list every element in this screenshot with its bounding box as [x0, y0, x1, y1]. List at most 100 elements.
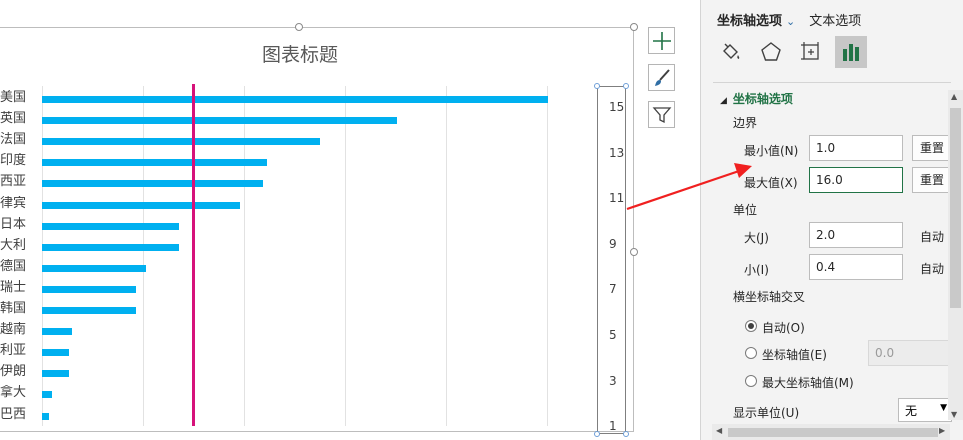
category-label: 越南	[0, 322, 27, 338]
category-label: 瑞士	[0, 279, 27, 295]
bar[interactable]	[42, 264, 146, 272]
bar[interactable]	[42, 285, 136, 293]
panel-horizontal-scroll-thumb[interactable]	[728, 428, 938, 437]
tick-label: 13	[609, 145, 625, 160]
marker-line[interactable]	[192, 84, 195, 426]
axis-value-input[interactable]: 0.0	[868, 340, 952, 366]
category-label: 拿大	[0, 385, 27, 401]
minor-auto-label: 自动	[920, 262, 945, 276]
gridline	[244, 86, 245, 426]
effects-button[interactable]	[755, 36, 787, 68]
category-label: 韩国	[0, 301, 27, 316]
tick-label: 5	[609, 328, 617, 342]
max-value-input[interactable]: 16.0	[809, 167, 903, 193]
radio-max-axis-value-label[interactable]: 最大坐标轴值(M)	[762, 374, 854, 391]
bar[interactable]	[42, 222, 180, 230]
bar[interactable]	[42, 138, 321, 146]
panel-vertical-scroll-thumb[interactable]	[950, 108, 961, 308]
bar[interactable]	[42, 180, 264, 188]
resize-handle-top-right[interactable]	[630, 23, 638, 31]
category-label: 德国	[0, 258, 27, 274]
axis-handle[interactable]	[594, 431, 600, 437]
max-reset-button[interactable]: 重置	[912, 167, 952, 193]
bar[interactable]	[42, 96, 548, 103]
gridline	[345, 86, 346, 426]
tick-label: 15	[609, 100, 625, 114]
axis-handle[interactable]	[623, 83, 629, 89]
category-label: 英国	[0, 111, 27, 127]
bar-chart-icon	[843, 44, 859, 61]
plus-icon	[652, 31, 671, 50]
bar[interactable]	[42, 370, 69, 378]
category-label: 印度	[0, 153, 27, 169]
bounds-label: 边界	[733, 116, 758, 130]
size-properties-button[interactable]	[795, 36, 827, 68]
category-label: 大利	[0, 237, 27, 253]
scroll-left-arrow-icon[interactable]: ◀	[716, 426, 722, 435]
chart-styles-button[interactable]	[648, 64, 675, 91]
pentagon-icon	[761, 42, 781, 61]
tick-label: 3	[609, 373, 617, 388]
paint-bucket-icon	[723, 43, 740, 59]
chart-filters-button[interactable]	[648, 101, 675, 128]
bar[interactable]	[42, 328, 73, 336]
category-label: 日本	[0, 216, 27, 232]
radio-axis-value-label[interactable]: 坐标轴值(E)	[762, 346, 827, 363]
bar[interactable]	[42, 159, 267, 167]
gridline	[446, 86, 447, 426]
display-units-label: 显示单位(U)	[733, 406, 800, 420]
bar[interactable]	[42, 349, 69, 357]
radio-axis-value[interactable]	[745, 347, 757, 359]
brush-icon	[654, 68, 670, 86]
panel-separator	[713, 82, 951, 83]
tick-label: 1	[609, 419, 617, 434]
max-label: 最大值(X)	[744, 176, 798, 190]
axis-options-section[interactable]: ◢ 坐标轴选项	[720, 90, 793, 107]
display-units-select[interactable]: 无 ▼	[898, 398, 952, 422]
fill-line-button[interactable]	[715, 36, 747, 68]
axis-handle[interactable]	[594, 83, 600, 89]
bar[interactable]	[42, 391, 53, 399]
chart-area[interactable]: 图表标题 美国 英国 法国 印度 西亚 律宾 日本 大利 德国 瑞士 韩国 越南 利亚 伊朗 拿大 巴西 15…	[0, 0, 700, 440]
major-unit-input[interactable]: 2.0	[809, 222, 903, 248]
scroll-right-arrow-icon[interactable]: ▶	[939, 426, 945, 435]
min-value-input[interactable]: 1.0	[809, 135, 903, 161]
category-label: 利亚	[0, 343, 27, 359]
radio-auto[interactable]	[745, 320, 757, 332]
filter-icon	[652, 106, 671, 123]
category-label: 巴西	[0, 406, 27, 422]
tab-axis-options[interactable]: 坐标轴选项	[717, 14, 782, 29]
units-label: 单位	[733, 203, 758, 217]
scroll-down-arrow-icon[interactable]: ▼	[951, 410, 957, 419]
bar[interactable]	[42, 412, 49, 420]
bar[interactable]	[42, 243, 180, 251]
collapse-triangle-icon: ◢	[720, 96, 727, 106]
size-properties-icon	[801, 42, 819, 60]
bar[interactable]	[42, 307, 136, 314]
panel-tabs: 坐标轴选项 ⌄ 文本选项	[717, 10, 861, 29]
bar[interactable]	[42, 117, 398, 125]
gridline	[143, 86, 144, 426]
resize-handle-top[interactable]	[295, 23, 303, 31]
category-label: 西亚	[0, 174, 27, 190]
radio-max-axis-value[interactable]	[745, 375, 757, 387]
bar[interactable]	[42, 201, 240, 209]
tab-text-options[interactable]: 文本选项	[809, 14, 861, 29]
category-label: 美国	[0, 90, 27, 105]
chevron-down-icon[interactable]: ⌄	[786, 15, 795, 28]
chart-title[interactable]: 图表标题	[200, 40, 400, 67]
minor-unit-input[interactable]: 0.4	[809, 254, 903, 280]
min-reset-button[interactable]: 重置	[912, 135, 952, 161]
axis-options-button[interactable]	[835, 36, 867, 68]
chart-elements-button[interactable]	[648, 27, 675, 54]
tick-label: 9	[609, 236, 617, 251]
scroll-up-arrow-icon[interactable]: ▲	[951, 92, 957, 101]
gridline	[547, 86, 548, 426]
category-label: 律宾	[0, 195, 27, 211]
category-label: 法国	[0, 132, 27, 148]
category-label: 伊朗	[0, 364, 27, 380]
radio-auto-label[interactable]: 自动(O)	[762, 319, 805, 336]
major-auto-label: 自动	[920, 230, 945, 244]
tick-label: 7	[609, 282, 617, 297]
chevron-down-icon: ▼	[940, 403, 947, 413]
